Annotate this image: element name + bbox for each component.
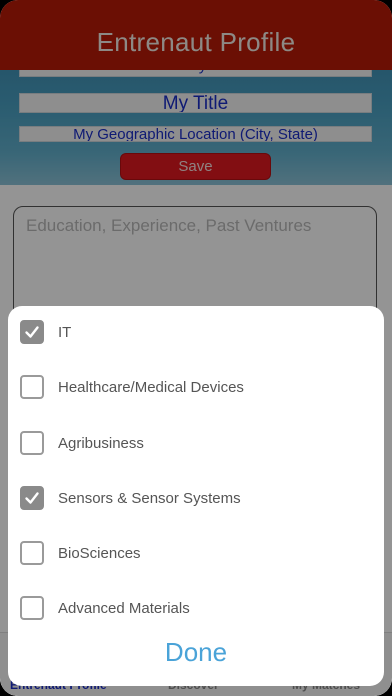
list-item[interactable]: BioSciences — [8, 535, 384, 571]
industry-label: IT — [58, 323, 72, 341]
checkbox-icon[interactable] — [20, 375, 44, 399]
industry-label: BioSciences — [58, 544, 141, 562]
list-item[interactable]: Agribusiness — [8, 425, 384, 461]
checkbox-checked-icon[interactable] — [20, 320, 44, 344]
industry-list[interactable]: IT Healthcare/Medical Devices Agribusine… — [8, 306, 384, 621]
industry-picker-sheet: IT Healthcare/Medical Devices Agribusine… — [8, 306, 384, 686]
done-button[interactable]: Done — [8, 632, 384, 672]
list-item[interactable]: Sensors & Sensor Systems — [8, 480, 384, 516]
industry-label: Sensors & Sensor Systems — [58, 489, 241, 507]
checkbox-icon[interactable] — [20, 541, 44, 565]
list-item[interactable]: Advanced Materials — [8, 590, 384, 621]
industry-label: Healthcare/Medical Devices — [58, 378, 244, 396]
checkbox-icon[interactable] — [20, 596, 44, 620]
app-screen: Entrenaut Profile Try My Title My Geogra… — [0, 0, 392, 696]
checkbox-icon[interactable] — [20, 431, 44, 455]
checkbox-checked-icon[interactable] — [20, 486, 44, 510]
list-item[interactable]: IT — [8, 314, 384, 350]
industry-label: Agribusiness — [58, 434, 144, 452]
industry-label: Advanced Materials — [58, 599, 190, 617]
list-item[interactable]: Healthcare/Medical Devices — [8, 369, 384, 405]
